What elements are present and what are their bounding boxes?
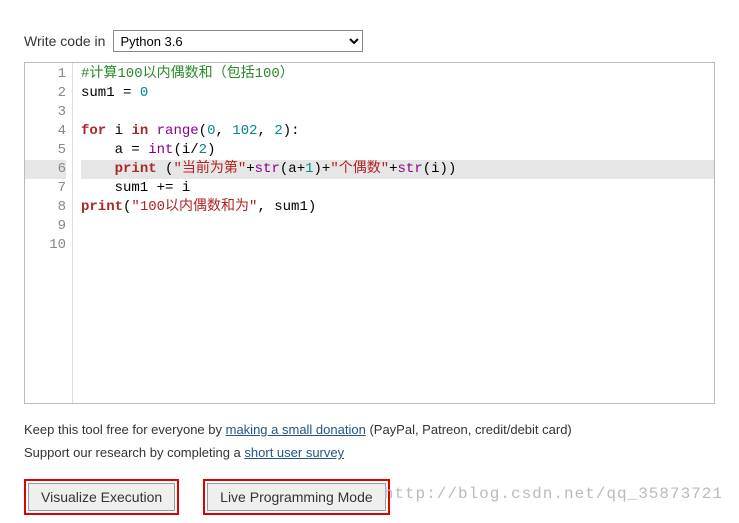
gutter-line: 1 <box>25 65 66 84</box>
button-row: Visualize Execution Live Programming Mod… <box>24 479 715 515</box>
gutter-line: 3 <box>25 103 66 122</box>
code-area[interactable]: #计算100以内偶数和（包括100）sum1 = 0 for i in range… <box>73 63 714 403</box>
live-programming-button[interactable]: Live Programming Mode <box>207 483 386 511</box>
gutter-line: 6 <box>25 160 66 179</box>
gutter-line: 10 <box>25 236 66 255</box>
code-line[interactable]: print ("当前为第"+str(a+1)+"个偶数"+str(i)) <box>81 160 714 179</box>
code-line[interactable]: a = int(i/2) <box>81 141 714 160</box>
code-line[interactable]: for i in range(0, 102, 2): <box>81 122 714 141</box>
donation-line: Keep this tool free for everyone by maki… <box>24 418 715 441</box>
gutter-line: 2 <box>25 84 66 103</box>
visualize-highlight: Visualize Execution <box>24 479 179 515</box>
code-line[interactable]: sum1 = 0 <box>81 84 714 103</box>
survey-link[interactable]: short user survey <box>244 445 344 460</box>
code-line[interactable]: print("100以内偶数和为", sum1) <box>81 198 714 217</box>
gutter-line: 4 <box>25 122 66 141</box>
language-label: Write code in <box>24 33 105 49</box>
gutter-line: 7 <box>25 179 66 198</box>
code-line[interactable] <box>81 217 714 236</box>
gutter-line: 5 <box>25 141 66 160</box>
language-row: Write code in Python 3.6 <box>24 30 715 52</box>
live-highlight: Live Programming Mode <box>203 479 390 515</box>
language-select[interactable]: Python 3.6 <box>113 30 363 52</box>
donation-link[interactable]: making a small donation <box>226 422 366 437</box>
donation-suffix: (PayPal, Patreon, credit/debit card) <box>366 422 572 437</box>
donation-prefix: Keep this tool free for everyone by <box>24 422 226 437</box>
visualize-button[interactable]: Visualize Execution <box>28 483 175 511</box>
gutter-line: 9 <box>25 217 66 236</box>
code-line[interactable]: sum1 += i <box>81 179 714 198</box>
survey-prefix: Support our research by completing a <box>24 445 244 460</box>
code-line[interactable]: #计算100以内偶数和（包括100） <box>81 65 714 84</box>
code-line[interactable] <box>81 236 714 255</box>
gutter: 12345678910 <box>25 63 73 403</box>
gutter-line: 8 <box>25 198 66 217</box>
code-editor[interactable]: 12345678910 #计算100以内偶数和（包括100）sum1 = 0 fo… <box>24 62 715 404</box>
footer: Keep this tool free for everyone by maki… <box>24 418 715 465</box>
survey-line: Support our research by completing a sho… <box>24 441 715 464</box>
page-root: Write code in Python 3.6 12345678910 #计算… <box>0 0 739 523</box>
code-line[interactable] <box>81 103 714 122</box>
